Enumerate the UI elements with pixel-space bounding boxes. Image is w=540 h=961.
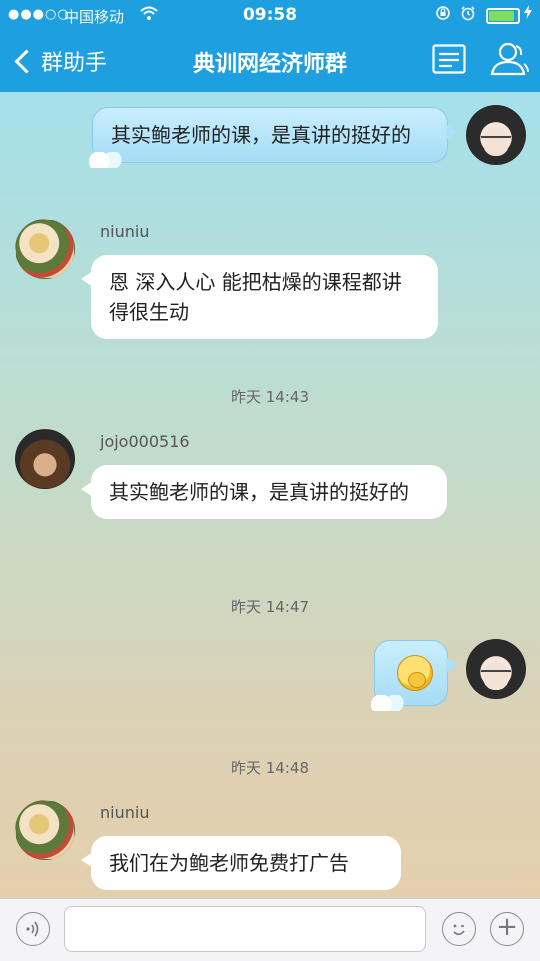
message-timestamp: 昨天 14:43	[231, 388, 309, 406]
list-icon	[432, 44, 466, 74]
my-avatar[interactable]	[466, 639, 526, 699]
message-bubble-incoming[interactable]: 我们在为鲍老师免费打广告	[81, 836, 401, 890]
battery-icon	[486, 8, 520, 24]
bubble-tail	[81, 271, 93, 287]
bubble-wave-decoration	[89, 152, 123, 168]
sender-avatar-niuniu[interactable]	[15, 800, 75, 860]
sender-name: jojo000516	[100, 432, 190, 451]
bubble-tail	[81, 852, 93, 868]
emoji-button[interactable]	[442, 912, 476, 946]
battery-level	[489, 11, 514, 21]
plus-icon: +	[496, 912, 518, 942]
message-input[interactable]	[64, 906, 426, 952]
avatar-glasses	[481, 136, 511, 144]
message-bubble-outgoing[interactable]	[371, 640, 458, 711]
bubble-tail	[446, 124, 458, 140]
bubble-tail	[81, 481, 93, 497]
sender-name: niuniu	[100, 803, 150, 822]
status-bar: ●●●○○ 中国移动 09:58	[0, 0, 540, 30]
avatar-glasses	[481, 670, 511, 678]
message-bubble-outgoing[interactable]: 其实鲍老师的课，是真讲的挺好的	[89, 107, 458, 168]
message-text: 其实鲍老师的课，是真讲的挺好的	[111, 123, 411, 147]
voice-icon	[26, 921, 39, 937]
charging-bolt-icon	[524, 5, 532, 23]
message-bubble-incoming[interactable]: 其实鲍老师的课，是真讲的挺好的	[81, 465, 447, 519]
message-text: 其实鲍老师的课，是真讲的挺好的	[109, 480, 409, 504]
message-bubble-incoming[interactable]: 恩 深入人心 能把枯燥的课程都讲得很生动	[81, 255, 438, 339]
more-options-button[interactable]: +	[490, 912, 524, 946]
clock: 09:58	[242, 5, 298, 25]
group-info-button[interactable]	[432, 44, 466, 74]
emoji-icon	[453, 924, 465, 936]
navigation-bar: 群助手 典训网经济师群	[0, 30, 540, 92]
bubble-wave-decoration	[371, 695, 405, 711]
sender-name: niuniu	[100, 222, 150, 241]
message-timestamp: 昨天 14:48	[231, 759, 309, 777]
sender-avatar-jojo[interactable]	[15, 429, 75, 489]
my-avatar[interactable]	[466, 105, 526, 165]
bubble-tail	[446, 657, 458, 673]
message-text: 恩 深入人心 能把枯燥的课程都讲得很生动	[109, 270, 402, 324]
sender-avatar-niuniu[interactable]	[15, 219, 75, 279]
message-timestamp: 昨天 14:47	[231, 598, 309, 616]
message-input-bar: +	[0, 898, 540, 961]
alarm-icon	[460, 5, 476, 25]
chat-message-list[interactable]: 其实鲍老师的课，是真讲的挺好的 niuniu 恩 深入人心 能把枯燥的课程都讲得…	[0, 92, 540, 898]
people-icon	[490, 42, 529, 76]
rotation-lock-icon	[435, 5, 451, 25]
group-members-button[interactable]	[488, 42, 530, 76]
thinking-emoji-icon	[397, 655, 433, 691]
voice-button[interactable]	[16, 912, 50, 946]
message-text: 我们在为鲍老师免费打广告	[109, 851, 349, 875]
emoji-hand	[408, 672, 426, 688]
